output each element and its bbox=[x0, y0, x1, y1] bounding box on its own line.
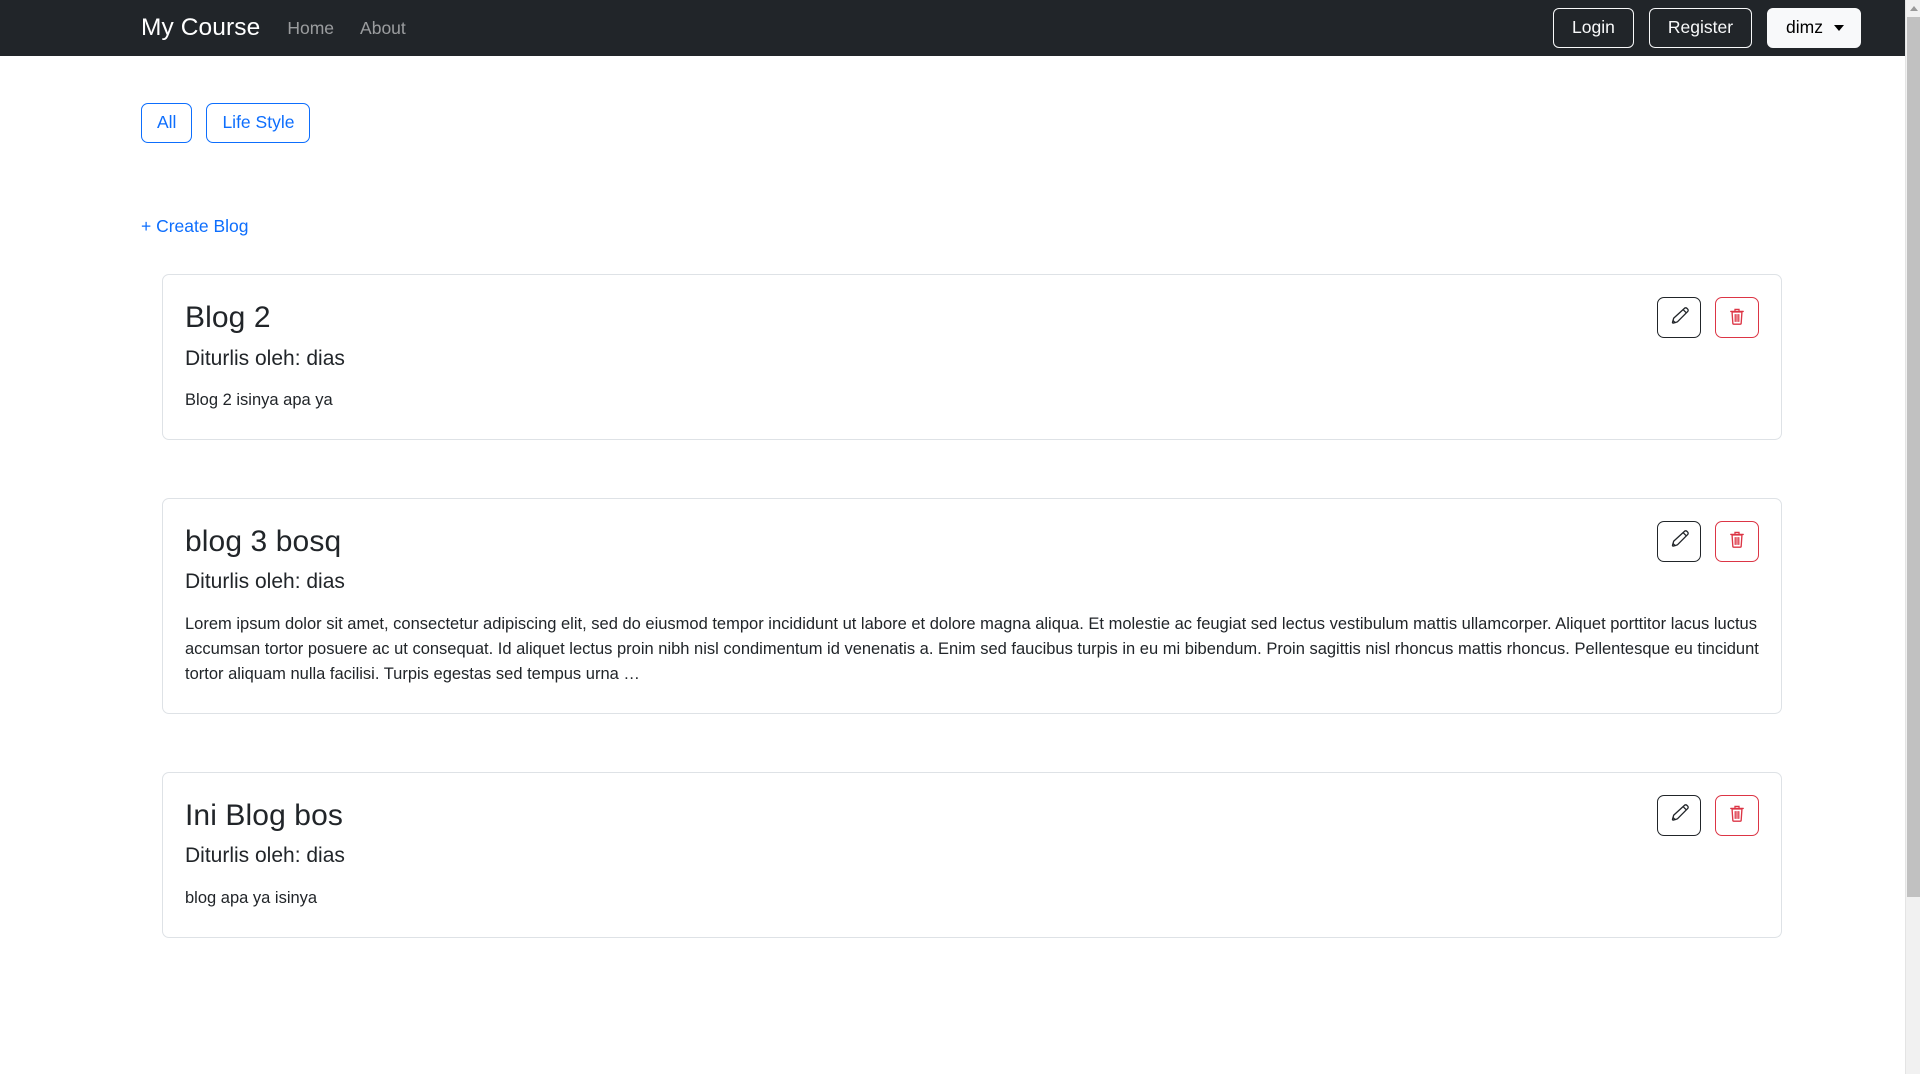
blog-title: Ini Blog bos bbox=[185, 798, 343, 832]
navbar-right-actions: Login Register dimz bbox=[1553, 8, 1885, 48]
pencil-icon bbox=[1670, 804, 1689, 826]
trash-icon bbox=[1728, 307, 1746, 329]
user-menu-button[interactable]: dimz bbox=[1767, 8, 1861, 48]
nav-link-home[interactable]: Home bbox=[287, 18, 334, 39]
nav-link-about[interactable]: About bbox=[360, 18, 406, 39]
blog-card: Ini Blog bos Diturlis oleh: dias blog ap… bbox=[162, 771, 1782, 938]
blog-author: Diturlis oleh: dias bbox=[185, 570, 345, 594]
blog-title: Blog 2 bbox=[185, 301, 271, 334]
blog-body: blog apa ya isinya bbox=[185, 888, 318, 907]
blog-card-actions bbox=[1657, 794, 1759, 836]
trash-icon bbox=[1728, 804, 1746, 826]
blog-body: Lorem ipsum dolor sit amet, consectetur … bbox=[185, 614, 1759, 683]
blog-card-actions bbox=[1657, 297, 1759, 338]
scrollbar-thumb[interactable] bbox=[1907, 17, 1920, 897]
page-scrollbar[interactable] bbox=[1905, 0, 1920, 1074]
page-viewport: My Course Home About Login Register dimz… bbox=[0, 0, 1920, 1074]
brand-title[interactable]: My Course bbox=[141, 15, 260, 41]
blog-card: Blog 2 Diturlis oleh: dias Blog 2 isinya… bbox=[162, 274, 1782, 440]
delete-blog-button[interactable] bbox=[1715, 297, 1759, 338]
pencil-icon bbox=[1670, 306, 1689, 329]
pencil-icon bbox=[1670, 530, 1689, 552]
chevron-down-icon bbox=[1834, 24, 1844, 31]
user-menu-label: dimz bbox=[1786, 17, 1823, 37]
login-button[interactable]: Login bbox=[1553, 8, 1634, 48]
create-blog-link[interactable]: + Create Blog bbox=[141, 216, 249, 237]
edit-blog-button[interactable] bbox=[1657, 794, 1701, 836]
scroll-up-arrow-icon[interactable] bbox=[1906, 0, 1920, 16]
delete-blog-button[interactable] bbox=[1715, 520, 1759, 562]
edit-blog-button[interactable] bbox=[1657, 297, 1701, 338]
register-button[interactable]: Register bbox=[1648, 8, 1753, 48]
category-filter-group: All Life Style bbox=[141, 103, 311, 143]
edit-blog-button[interactable] bbox=[1657, 520, 1701, 562]
blog-author: Diturlis oleh: dias bbox=[185, 346, 345, 370]
trash-icon bbox=[1728, 530, 1746, 552]
blog-list: Blog 2 Diturlis oleh: dias Blog 2 isinya… bbox=[162, 274, 1782, 938]
blog-card: blog 3 bosq Diturlis oleh: dias Lorem ip… bbox=[162, 497, 1782, 714]
blog-author: Diturlis oleh: dias bbox=[185, 844, 345, 868]
navbar: My Course Home About Login Register dimz bbox=[0, 0, 1905, 56]
blog-card-actions bbox=[1657, 520, 1759, 562]
filter-button-all[interactable]: All bbox=[141, 103, 193, 143]
nav-links: Home About bbox=[287, 18, 405, 39]
blog-title: blog 3 bosq bbox=[185, 524, 342, 558]
blog-body: Blog 2 isinya apa ya bbox=[185, 390, 333, 409]
delete-blog-button[interactable] bbox=[1715, 794, 1759, 836]
filter-button-life-style[interactable]: Life Style bbox=[206, 103, 311, 143]
